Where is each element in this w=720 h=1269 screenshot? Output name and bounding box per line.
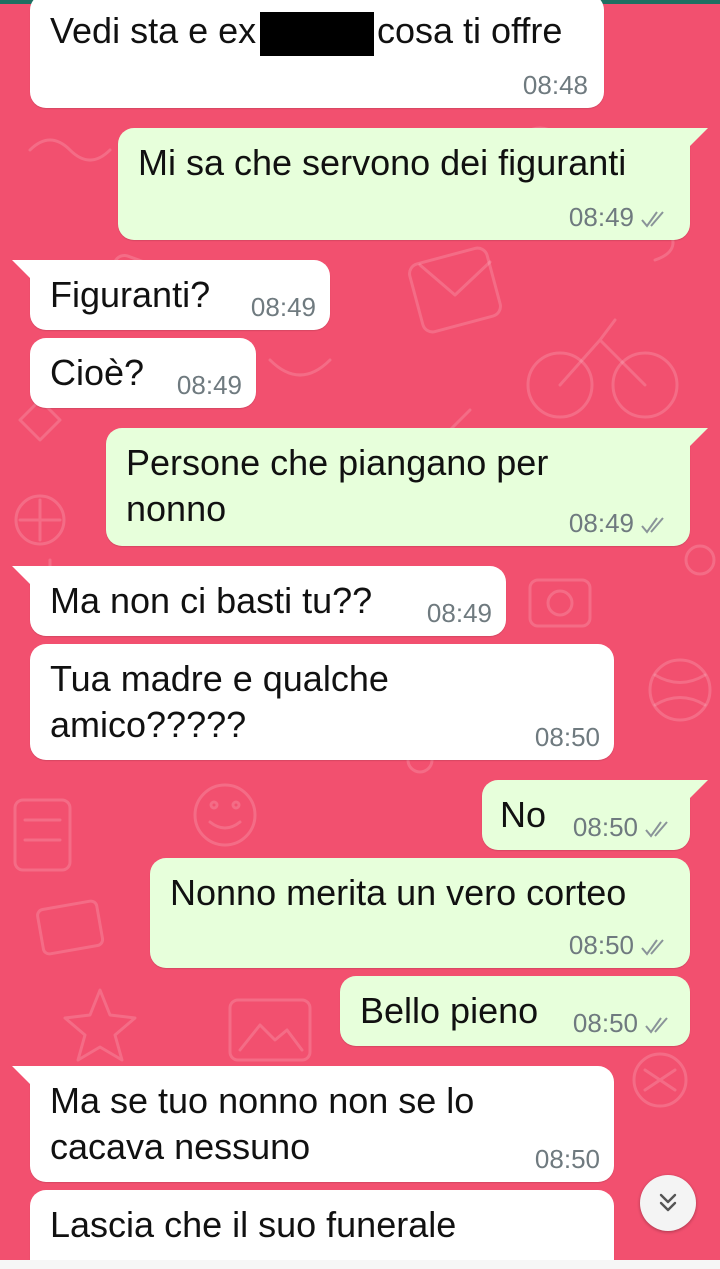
message-text: No: [500, 794, 547, 835]
message-bubble-incoming[interactable]: Vedi sta e ex cosa ti offre 08:48: [30, 0, 604, 108]
read-ticks-icon: [641, 939, 664, 956]
message-time: 08:50: [534, 1144, 600, 1174]
message-text: Vedi sta e ex: [50, 10, 257, 51]
message-time: 08:49: [250, 292, 316, 322]
bubble-tail: [686, 780, 708, 802]
message-text: Cioè?: [50, 352, 145, 393]
message-bubble-incoming[interactable]: Ma se tuo nonno non se lo cacava nessuno…: [12, 1066, 614, 1182]
message-text-continued: cosa ti offre: [377, 10, 563, 51]
message-time-row: 08:50: [573, 1008, 674, 1038]
message-bubble-incoming[interactable]: Ma non ci basti tu?? 08:49: [12, 566, 506, 636]
message-text: Tua madre e qualche amico?????: [50, 658, 389, 745]
message-text: Persone che piangano per nonno: [126, 442, 549, 529]
scroll-to-bottom-button[interactable]: [640, 1175, 696, 1231]
chat-messages-area[interactable]: Vedi sta e ex cosa ti offre 08:48 Mi sa …: [0, 0, 720, 1260]
read-ticks-icon: [641, 517, 664, 534]
message-bubble-outgoing[interactable]: Persone che piangano per nonno 08:49: [106, 428, 708, 546]
message-time: 08:49: [176, 370, 242, 400]
message-text: Nonno merita un vero corteo: [170, 872, 627, 913]
read-ticks-icon: [645, 821, 668, 838]
message-text: Bello pieno: [360, 990, 539, 1031]
double-chevron-down-icon: [659, 1193, 677, 1212]
message-time-row: 08:49: [569, 202, 670, 232]
message-text: Ma non ci basti tu??: [50, 580, 373, 621]
bubble-tail: [12, 1066, 34, 1088]
message-bubble-incoming[interactable]: Tua madre e qualche amico????? 08:50: [30, 644, 614, 760]
bottom-edge: [0, 1260, 720, 1269]
read-ticks-icon: [645, 1017, 668, 1034]
message-time: 08:50: [572, 1008, 638, 1038]
message-time: 08:49: [426, 598, 492, 628]
redaction-box: [260, 12, 374, 56]
message-time: 08:49: [568, 508, 634, 538]
message-time: 08:48: [522, 70, 588, 100]
message-time-row: 08:50: [569, 930, 670, 960]
message-time: 08:50: [534, 722, 600, 752]
message-time: 08:49: [568, 202, 634, 232]
message-time: 08:50: [572, 812, 638, 842]
message-bubble-incoming[interactable]: Lascia che il suo funerale: [30, 1190, 614, 1260]
message-time-row: 08:50: [573, 812, 674, 842]
bubble-tail: [12, 566, 34, 588]
bubble-tail: [686, 128, 708, 150]
message-bubble-incoming[interactable]: Cioè? 08:49: [30, 338, 256, 408]
bubble-tail: [12, 260, 34, 282]
message-text: Ma se tuo nonno non se lo cacava nessuno: [50, 1080, 475, 1167]
message-bubble-outgoing[interactable]: Mi sa che servono dei figuranti 08:49: [118, 128, 708, 240]
message-bubble-outgoing[interactable]: Nonno merita un vero corteo 08:50: [150, 858, 690, 968]
message-bubble-incoming[interactable]: Figuranti? 08:49: [12, 260, 330, 330]
message-time: 08:50: [568, 930, 634, 960]
message-text: Figuranti?: [50, 274, 211, 315]
message-time-row: 08:49: [569, 508, 670, 538]
message-text: Mi sa che servono dei figuranti: [138, 142, 627, 183]
bubble-tail: [686, 428, 708, 450]
message-bubble-outgoing[interactable]: No 08:50: [482, 780, 708, 850]
message-text: Lascia che il suo funerale: [50, 1204, 457, 1245]
read-ticks-icon: [641, 211, 664, 228]
message-bubble-outgoing[interactable]: Bello pieno 08:50: [340, 976, 690, 1046]
